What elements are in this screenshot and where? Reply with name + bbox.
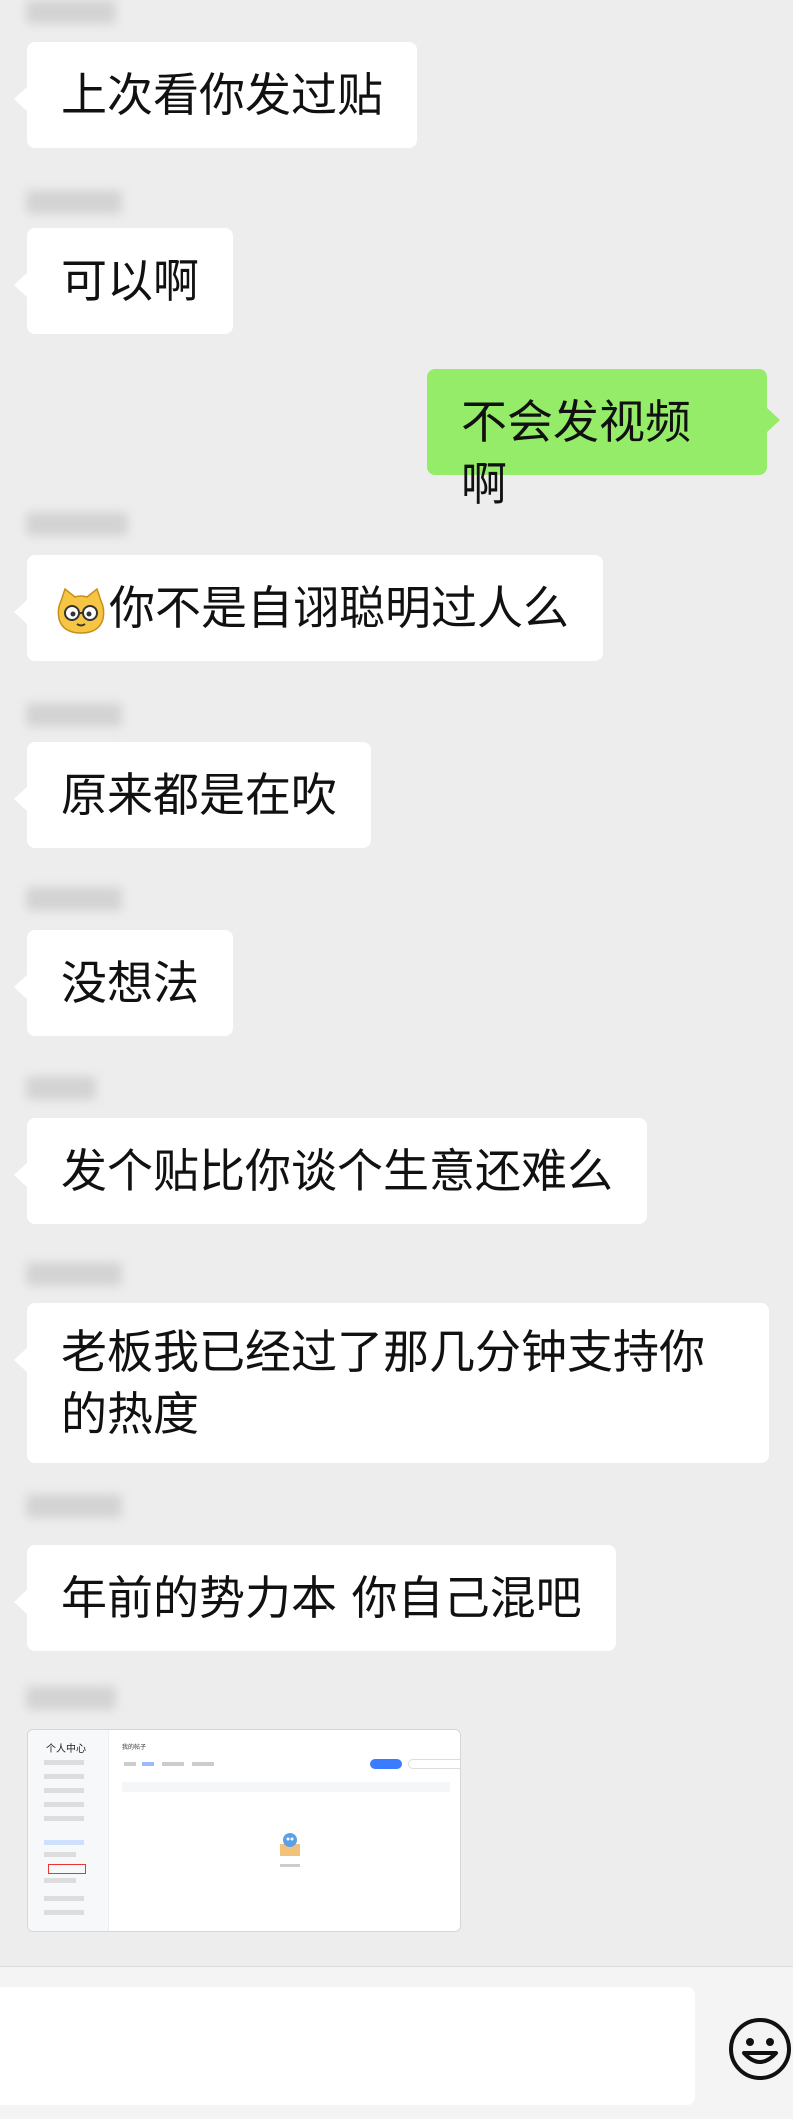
chat-message[interactable]: 不会发视频啊: [427, 369, 780, 511]
message-bubble[interactable]: 上次看你发过贴: [14, 42, 417, 148]
thumbnail-sidebar-active: [48, 1864, 86, 1874]
thumbnail-sidebar-line: [44, 1802, 84, 1807]
sender-name-blurred: [26, 190, 122, 214]
thumbnail-main: 我的帖子: [112, 1730, 460, 1931]
smiley-face-icon[interactable]: [728, 2017, 792, 2081]
chat-message[interactable]: 发个贴比你谈个生意还难么: [14, 1118, 647, 1224]
message-input[interactable]: [0, 1987, 695, 2105]
thumbnail-sidebar-line: [44, 1774, 84, 1779]
chat-input-bar: [0, 1966, 793, 2119]
sender-name-blurred: [26, 1686, 116, 1710]
sender-name-blurred: [26, 1076, 96, 1100]
sender-name-blurred: [26, 512, 128, 536]
message-bubble[interactable]: 你不是自诩聪明过人么: [14, 555, 603, 661]
thumbnail-search: [408, 1759, 460, 1769]
thumbnail-tab: [124, 1762, 136, 1766]
chat-message[interactable]: 没想法: [14, 930, 233, 1036]
thumbnail-sidebar-line: [44, 1788, 84, 1793]
thumbnail-title: 个人中心: [46, 1744, 86, 1755]
thumbnail-button: [370, 1759, 402, 1769]
thumbnail-sidebar-line: [44, 1878, 76, 1883]
thumbnail-empty-state: [272, 1830, 308, 1867]
message-bubble[interactable]: 没想法: [14, 930, 233, 1036]
chat-message[interactable]: 你不是自诩聪明过人么: [14, 555, 603, 661]
message-bubble[interactable]: 原来都是在吹: [14, 742, 371, 848]
message-bubble[interactable]: 年前的势力本 你自己混吧: [14, 1545, 616, 1651]
thumbnail-tab: [142, 1762, 154, 1766]
thumbnail-sidebar-line: [44, 1896, 84, 1901]
message-bubble[interactable]: 可以啊: [14, 228, 233, 334]
sender-name-blurred: [26, 0, 116, 24]
message-bubble[interactable]: 不会发视频啊: [427, 369, 780, 511]
thumbnail-table-header: [122, 1782, 450, 1792]
cat-glasses-emoji: [57, 587, 105, 634]
chat-message[interactable]: 可以啊: [14, 228, 233, 334]
thumbnail-sidebar-line: [44, 1910, 84, 1915]
thumbnail-heading: 我的帖子: [122, 1744, 147, 1751]
image-message-thumbnail[interactable]: 个人中心 我的帖子: [27, 1729, 461, 1932]
thumbnail-sidebar-line: [44, 1840, 84, 1845]
thumbnail-sidebar-line: [44, 1760, 84, 1765]
thumbnail-sidebar-line: [44, 1852, 76, 1857]
message-text: 你不是自诩聪明过人么: [109, 581, 569, 635]
message-bubble[interactable]: 发个贴比你谈个生意还难么: [14, 1118, 647, 1224]
thumbnail-empty-text: [280, 1864, 300, 1867]
sender-name-blurred: [26, 703, 122, 727]
chat-message[interactable]: 原来都是在吹: [14, 742, 371, 848]
thumbnail-sidebar: 个人中心: [28, 1730, 109, 1931]
chat-message[interactable]: 老板我已经过了那几分钟支持你的热度: [14, 1303, 769, 1463]
chat-message[interactable]: 年前的势力本 你自己混吧: [14, 1545, 616, 1651]
sender-name-blurred: [26, 1262, 122, 1286]
sender-name-blurred: [26, 1494, 122, 1518]
empty-box-icon: [280, 1833, 300, 1856]
chat-message[interactable]: 上次看你发过贴: [14, 42, 417, 148]
thumbnail-sidebar-line: [44, 1816, 84, 1821]
message-bubble[interactable]: 老板我已经过了那几分钟支持你的热度: [14, 1303, 769, 1463]
sender-name-blurred: [26, 887, 122, 911]
thumbnail-tab: [192, 1762, 214, 1766]
thumbnail-tab: [162, 1762, 184, 1766]
